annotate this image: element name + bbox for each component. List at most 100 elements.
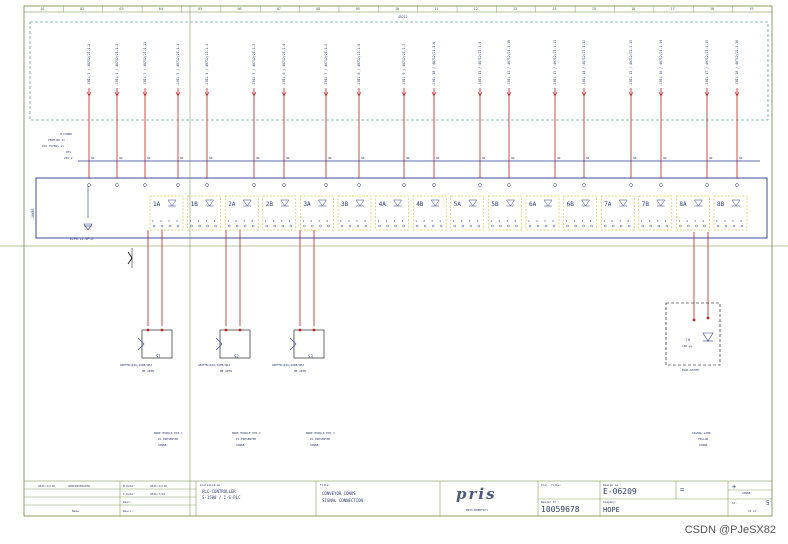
sensor-pin (312, 328, 316, 332)
pin-dot (176, 224, 180, 228)
sensor-note: IO PRESENTED (158, 437, 179, 441)
pin-dot (582, 224, 585, 228)
pin-number: 4 (740, 219, 742, 223)
io-channel: 2B 1 2 3 4 (262, 195, 297, 231)
channel-label: 6A (529, 201, 537, 208)
pin-number: 3 (582, 219, 584, 223)
pin-number: 1 (152, 219, 154, 223)
pin-dot (657, 224, 660, 228)
coil-signal: SN (709, 156, 713, 160)
coil-signal: SN (663, 156, 667, 160)
column-label: 01 (41, 7, 45, 11)
coil-column: -COIL 17 / 46712/21.1.15 SN (704, 40, 713, 187)
coil-column: -COIL 18 / 46712/21.1.16 SN (734, 40, 743, 187)
pin-dot (251, 224, 255, 228)
tb-sheet-total: 16 st. (748, 509, 758, 513)
coil-label: -COIL 1 / 46712/21.1.2 (87, 44, 91, 86)
led-icon (317, 199, 327, 207)
supply-line-3: IOS TSTNGS 21 (42, 144, 64, 148)
pin-number: 1 (528, 219, 530, 223)
channel-label: 4A (379, 201, 387, 208)
io-channel: 6A 1 2 3 4 (525, 195, 560, 231)
pin-number: 4 (326, 219, 328, 223)
pin-dot (453, 224, 456, 228)
sensor-icon (215, 337, 223, 351)
pin-number: 2 (235, 219, 237, 223)
plc-top-label: 45712 (398, 15, 408, 19)
tb-company: PRIS ROBOTICS (466, 508, 488, 512)
pin-number: 3 (694, 219, 696, 223)
pin-number: 2 (198, 219, 200, 223)
pin-dot (190, 224, 193, 228)
pin-dot (168, 224, 172, 228)
pin-dot (477, 224, 480, 228)
channel-label: 4B (416, 201, 424, 208)
coil-label: -COIL 10 / 46712/21.1.8 (432, 42, 436, 86)
coil-label: -COIL 11 / 46712/21.1.9 (478, 42, 482, 86)
coil-signal: SN (209, 156, 213, 160)
terminal-dot (553, 183, 557, 187)
pin-dot (243, 224, 247, 228)
column-label: 06 (238, 7, 242, 11)
pin-dot (356, 224, 360, 228)
terminal-dot (282, 183, 286, 187)
coil-column: -COIL 13 / 46712/21.1.11 SN (552, 40, 561, 187)
column-label: 15 (592, 7, 596, 11)
coil-label: -COIL 18 / 46712/21.1.16 (735, 40, 739, 86)
column-label: 14 (552, 7, 556, 11)
tb-title-2: SIGNAL CONNECTION (322, 498, 364, 503)
led-icon (581, 199, 591, 207)
sensor-tag: S1 (156, 354, 161, 359)
pin-number: 3 (318, 219, 320, 223)
pin-dot (206, 224, 209, 228)
lamp-note-1: SIGNAL LAMP (692, 431, 711, 435)
pin-number: 3 (356, 219, 358, 223)
coil-signal: SN (557, 156, 561, 160)
lamp-sub: LED yw (682, 344, 692, 348)
terminal-dot (402, 183, 406, 187)
tb-install-label: Installation: (200, 483, 222, 487)
coil-signal: SN (586, 156, 590, 160)
terminal-dot (115, 183, 119, 187)
column-label: 05 (198, 7, 202, 11)
column-label: 19 (749, 7, 753, 11)
coil-label: -COIL 16 / 46712/21.1.14 (659, 40, 663, 86)
tb-company-name: HOPE (603, 506, 620, 514)
io-channels: 1A1 2 3 41B1 2 3 42A1 2 3 42B1 2 3 43A1 2 3 43B1 2 3 44A1 2… (149, 195, 748, 231)
tb-order-label: Reader Nr.: (541, 500, 560, 504)
coil-signal: SN (91, 156, 95, 160)
pin-number: 3 (394, 219, 396, 223)
sensor-pin (298, 328, 302, 332)
led-icon (618, 199, 628, 207)
sensor-icon (137, 337, 145, 351)
channel-label: 1A (153, 201, 161, 208)
sensor-sub: M8 4PIN (142, 369, 154, 373)
io-channel: 7B 1 2 3 4 (638, 195, 673, 231)
coil-column: -COIL 8 / 46712/21.1.6 SN (356, 44, 365, 187)
sensor-sub: M8 4PIN (220, 369, 232, 373)
coil-label: -COIL 5 / 46712/21.1.3 (252, 44, 256, 86)
pin-number: 4 (251, 219, 253, 223)
pin-dot (402, 224, 405, 228)
sensor-devices: S1 GEETMS116A/16PB/QD4 M8 4PIN NODE MODULE … (120, 230, 335, 447)
io-channel: 1B 1 2 3 4 (187, 195, 221, 231)
lamp-note-2: YELLOW (698, 437, 708, 441)
sensor-pin (238, 328, 242, 332)
column-label: 12 (474, 7, 478, 11)
sensor-sub: M8 4PIN (294, 369, 306, 373)
pin-number: 2 (574, 219, 576, 223)
coil-signal: SN (361, 156, 365, 160)
terminal-dot (659, 183, 663, 187)
io-channel: 3A 1 2 3 4 (300, 195, 334, 231)
sensor-part: GEETMS116A/16PB/QD4 (120, 363, 152, 367)
pin-dot (364, 224, 368, 228)
pin-number: 2 (423, 219, 425, 223)
terminal-dot (478, 183, 482, 187)
pin-dot (311, 224, 314, 228)
led-icon (355, 199, 365, 207)
supply-annotation: M_CONN8 TERM.NR 21 IOS TSTNGS 21 RTS 24V… (42, 132, 73, 160)
tb-title-1: CONVEYOR CONOS (322, 491, 356, 496)
coil-column: -COIL 3 / 46712/21.1.1 SN (175, 44, 184, 187)
led-icon (242, 199, 252, 207)
pin-number: 3 (168, 219, 170, 223)
